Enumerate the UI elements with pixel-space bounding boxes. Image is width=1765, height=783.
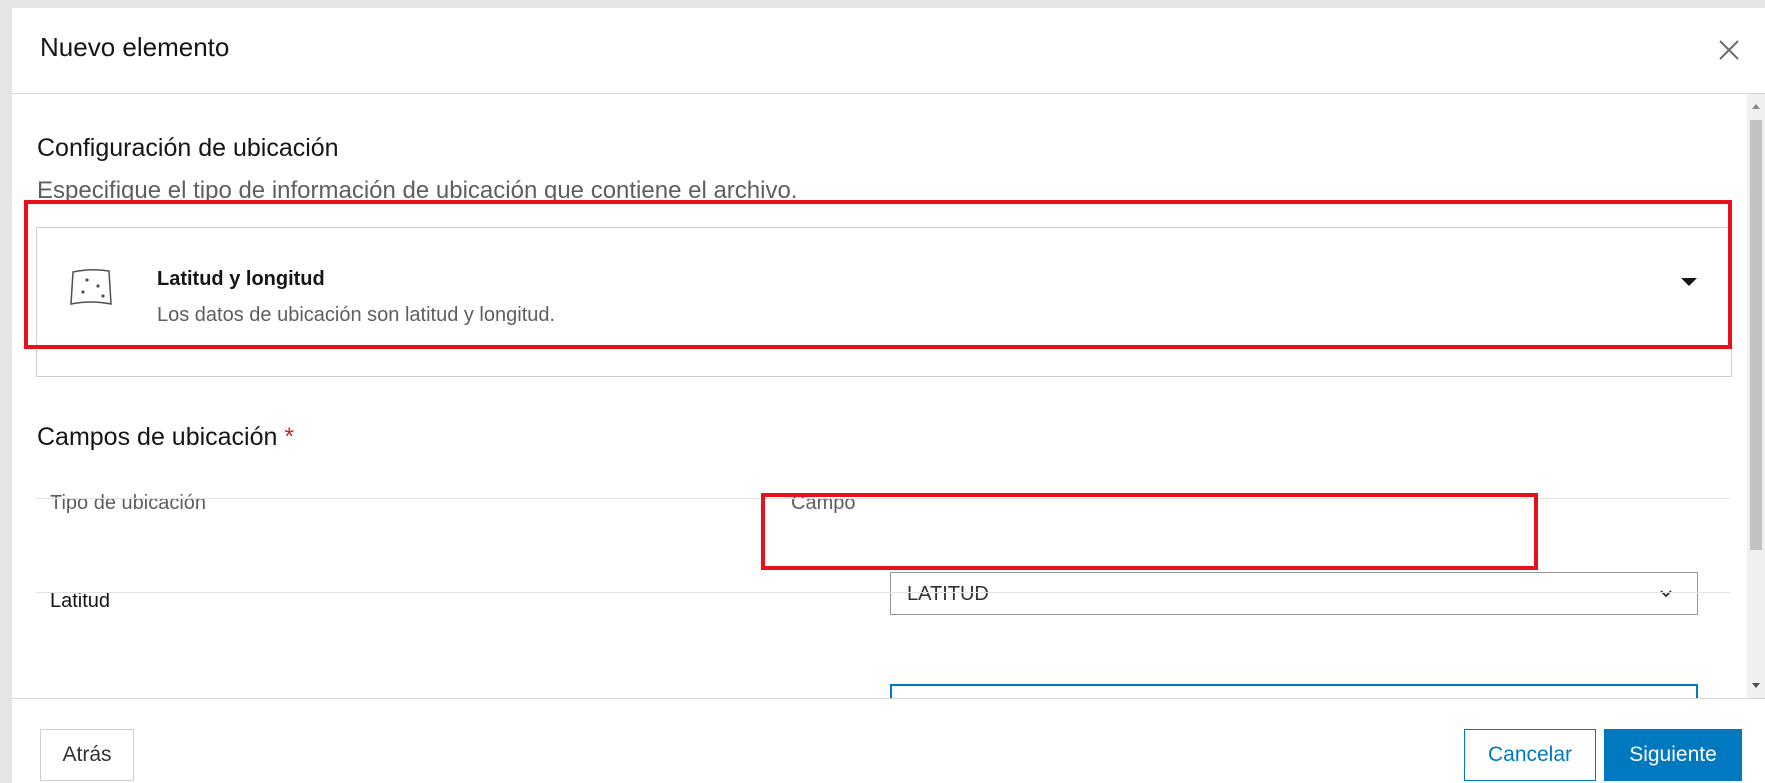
dialog-footer: Atrás Cancelar Siguiente: [12, 698, 1765, 783]
required-marker: *: [284, 423, 295, 451]
cancel-button[interactable]: Cancelar: [1464, 729, 1596, 781]
longitude-field-select[interactable]: [890, 684, 1698, 698]
column-header-location-type: Tipo de ubicación: [50, 492, 207, 514]
location-settings-description: Especifique el tipo de información de ub…: [37, 177, 798, 204]
new-item-dialog: Nuevo elemento Configuración de ubicació…: [12, 8, 1765, 783]
location-settings-title: Configuración de ubicación: [37, 134, 339, 162]
column-header-field: Campo: [791, 492, 856, 514]
latitude-field-value: LATITUD: [907, 583, 989, 605]
dialog-content: Configuración de ubicación Especifique e…: [12, 94, 1747, 698]
map-points-icon: [67, 266, 115, 310]
back-button[interactable]: Atrás: [40, 729, 134, 781]
location-type-description: Los datos de ubicación son latitud y lon…: [157, 304, 556, 326]
location-type-label: Latitud y longitud: [157, 268, 325, 290]
dialog-title: Nuevo elemento: [40, 32, 230, 62]
scroll-down-arrow-icon[interactable]: [1752, 683, 1760, 688]
location-type-dropdown[interactable]: Latitud y longitud Los datos de ubicació…: [36, 227, 1732, 377]
dialog-header: Nuevo elemento: [12, 8, 1765, 94]
row-label-latitude: Latitud: [50, 590, 111, 612]
caret-down-icon[interactable]: [1681, 278, 1697, 286]
latitude-field-select[interactable]: LATITUD: [890, 572, 1698, 615]
scroll-up-arrow-icon[interactable]: [1752, 104, 1760, 109]
row-divider: [36, 592, 1730, 593]
location-fields-title: Campos de ubicación *: [37, 423, 294, 452]
chevron-down-icon: [1659, 587, 1673, 601]
next-button[interactable]: Siguiente: [1604, 729, 1742, 781]
scrollbar-thumb[interactable]: [1750, 120, 1762, 550]
location-fields-title-text: Campos de ubicación: [37, 423, 278, 451]
vertical-scrollbar[interactable]: [1747, 94, 1765, 698]
row-divider: [36, 498, 1730, 499]
highlight-box-latitude-field: [761, 493, 1538, 570]
close-icon[interactable]: [1715, 36, 1743, 64]
